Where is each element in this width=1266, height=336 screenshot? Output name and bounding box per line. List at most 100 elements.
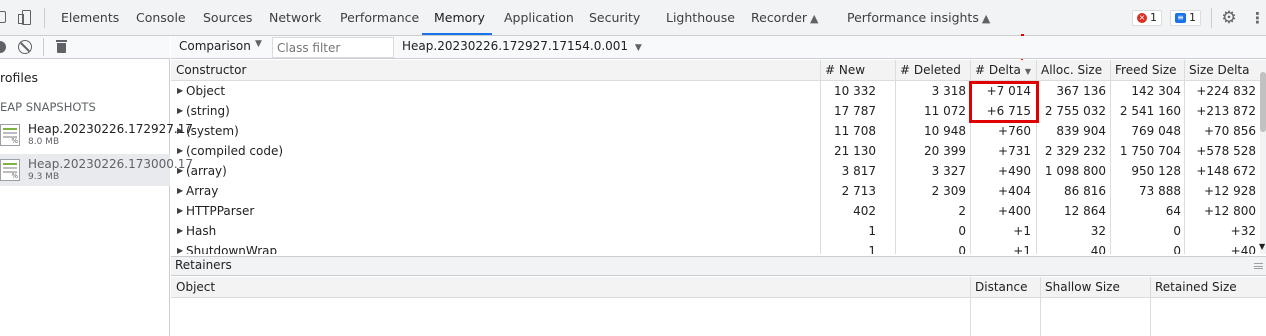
expand-triangle-icon[interactable]: ▶ — [177, 241, 183, 254]
cell-alloc: 2 755 032 — [1044, 104, 1106, 118]
table-scrollbar-thumb[interactable] — [1260, 72, 1266, 132]
column-header-deleted[interactable]: # Deleted — [900, 60, 961, 81]
cell-size-delta: +32 — [1230, 224, 1256, 238]
cell-delta: +760 — [998, 124, 1031, 138]
cell-freed: 2 541 160 — [1119, 104, 1181, 118]
snapshot-item[interactable]: % Heap.20230226.172927.17 8.0 MB — [0, 119, 193, 151]
cell-new: 3 817 — [841, 164, 876, 178]
retainers-column-shallow-size[interactable]: Shallow Size — [1045, 277, 1120, 298]
cell-deleted: 3 327 — [931, 164, 966, 178]
expand-triangle-icon[interactable]: ▶ — [177, 101, 183, 121]
tab-performance-insights[interactable]: Performance insights ▲ — [847, 0, 990, 36]
snapshot-name: Heap.20230226.173000.17 — [28, 157, 193, 171]
divider — [44, 8, 45, 28]
table-row[interactable]: ▶ HTTPParser 402 2 +400 12 864 64 +12 800 — [171, 201, 1260, 221]
table-row[interactable]: ▶ (string) 17 787 11 072 +6 715 2 755 032 2 54… — [171, 101, 1260, 121]
column-header-freed-size[interactable]: Freed Size — [1115, 60, 1177, 81]
table-row[interactable]: ▶ Hash 1 0 +1 32 0 +32 — [171, 221, 1260, 241]
cell-freed: 142 304 — [1131, 84, 1181, 98]
cell-new: 10 332 — [834, 84, 876, 98]
cell-deleted: 2 309 — [931, 184, 966, 198]
tab-security[interactable]: Security — [589, 0, 640, 36]
constructor-name: ShutdownWrap — [186, 244, 278, 254]
retainers-column-object[interactable]: Object — [176, 277, 215, 298]
cell-alloc: 839 904 — [1056, 124, 1106, 138]
column-header-new[interactable]: # New — [825, 60, 865, 81]
expand-triangle-icon[interactable]: ▶ — [177, 201, 183, 221]
view-mode-value: Comparison — [179, 39, 251, 53]
column-header-delta[interactable]: # Delta ▼ — [975, 60, 1031, 81]
device-toolbar-icon[interactable] — [18, 10, 31, 25]
cell-alloc: 12 864 — [1064, 204, 1106, 218]
snapshot-item-selected[interactable]: % Heap.20230226.173000.17 9.3 MB — [0, 154, 193, 186]
tab-performance[interactable]: Performance — [340, 0, 419, 36]
tab-lighthouse[interactable]: Lighthouse — [666, 0, 735, 36]
sort-descending-icon: ▼ — [1024, 67, 1032, 76]
messages-count: 1 — [1189, 11, 1196, 24]
scroll-down-arrow-icon[interactable]: ▼ — [1259, 242, 1265, 251]
error-icon: × — [1137, 13, 1147, 23]
column-divider — [1040, 277, 1041, 336]
column-header-alloc-size[interactable]: Alloc. Size — [1041, 60, 1102, 81]
table-row[interactable]: ▶ (system) 11 708 10 948 +760 839 904 769 048 +… — [171, 121, 1260, 141]
cell-delta: +490 — [998, 164, 1031, 178]
tab-application[interactable]: Application — [504, 0, 574, 36]
expand-triangle-icon[interactable]: ▶ — [177, 221, 183, 241]
cell-new: 1 — [868, 244, 876, 254]
comparison-table-body: ▶ Object 10 332 3 318 +7 014 367 136 142 304 +2… — [171, 81, 1260, 254]
tab-memory[interactable]: Memory — [434, 0, 485, 36]
settings-gear-icon[interactable]: ⚙ — [1219, 8, 1239, 28]
cell-size-delta: +12 928 — [1203, 184, 1256, 198]
expand-triangle-icon[interactable]: ▶ — [177, 161, 183, 181]
delete-trash-icon[interactable] — [56, 39, 67, 54]
cell-alloc: 86 816 — [1064, 184, 1106, 198]
cell-freed: 769 048 — [1131, 124, 1181, 138]
cell-deleted: 2 — [958, 204, 966, 218]
expand-triangle-icon[interactable]: ▶ — [177, 181, 183, 201]
expand-triangle-icon[interactable]: ▶ — [177, 141, 183, 161]
messages-badge[interactable]: ≡ 1 — [1170, 10, 1201, 26]
table-row[interactable]: ▶ ShutdownWrap 1 0 +1 40 0 +40 — [171, 241, 1260, 254]
column-header-delta-label: # Delta — [975, 63, 1021, 77]
tab-elements[interactable]: Elements — [61, 0, 119, 36]
cell-deleted: 20 399 — [924, 144, 966, 158]
cell-delta: +1 — [1013, 244, 1031, 254]
retainers-column-distance[interactable]: Distance — [975, 277, 1027, 298]
tab-performance-insights-label: Performance insights — [847, 10, 979, 25]
table-row[interactable]: ▶ Object 10 332 3 318 +7 014 367 136 142 304 +2… — [171, 81, 1260, 101]
expand-triangle-icon[interactable]: ▶ — [177, 121, 183, 141]
cell-freed: 73 888 — [1139, 184, 1181, 198]
retainers-panel-bar[interactable] — [171, 256, 1266, 276]
more-options-kebab-icon[interactable]: ⋮ — [1250, 8, 1265, 28]
table-row[interactable]: ▶ Array 2 713 2 309 +404 86 816 73 888 +12 928 — [171, 181, 1260, 201]
tab-console[interactable]: Console — [136, 0, 186, 36]
tab-recorder[interactable]: Recorder ▲ — [751, 0, 819, 36]
tab-network[interactable]: Network — [269, 0, 321, 36]
cell-size-delta: +70 856 — [1203, 124, 1256, 138]
base-snapshot-select[interactable]: Heap.20230226.172927.17154.0.001 ▼ — [402, 39, 642, 53]
column-divider — [970, 277, 971, 336]
table-row[interactable]: ▶ (array) 3 817 3 327 +490 1 098 800 950 128 +1… — [171, 161, 1260, 181]
cell-new: 402 — [853, 204, 876, 218]
cell-deleted: 3 318 — [931, 84, 966, 98]
column-divider — [1150, 277, 1151, 336]
errors-badge[interactable]: × 1 — [1132, 10, 1162, 26]
class-filter-input[interactable] — [272, 37, 394, 58]
cell-freed: 0 — [1173, 224, 1181, 238]
cell-size-delta: +12 800 — [1203, 204, 1256, 218]
resize-handle-icon[interactable] — [1254, 263, 1263, 269]
cell-delta: +1 — [1013, 224, 1031, 238]
column-header-constructor[interactable]: Constructor — [176, 60, 246, 81]
cell-delta: +404 — [998, 184, 1031, 198]
view-mode-select[interactable]: Comparison ▼ — [179, 39, 262, 53]
table-row[interactable]: ▶ (compiled code) 21 130 20 399 +731 2 329 23… — [171, 141, 1260, 161]
column-header-size-delta[interactable]: Size Delta — [1189, 60, 1249, 81]
clear-all-icon[interactable] — [18, 40, 32, 54]
inspect-element-icon[interactable] — [0, 11, 6, 23]
cell-delta: +731 — [998, 144, 1031, 158]
cell-new: 2 713 — [841, 184, 876, 198]
expand-triangle-icon[interactable]: ▶ — [177, 81, 183, 101]
tab-sources[interactable]: Sources — [203, 0, 252, 36]
retainers-column-retained-size[interactable]: Retained Size — [1155, 277, 1237, 298]
active-tab-indicator — [422, 33, 492, 35]
